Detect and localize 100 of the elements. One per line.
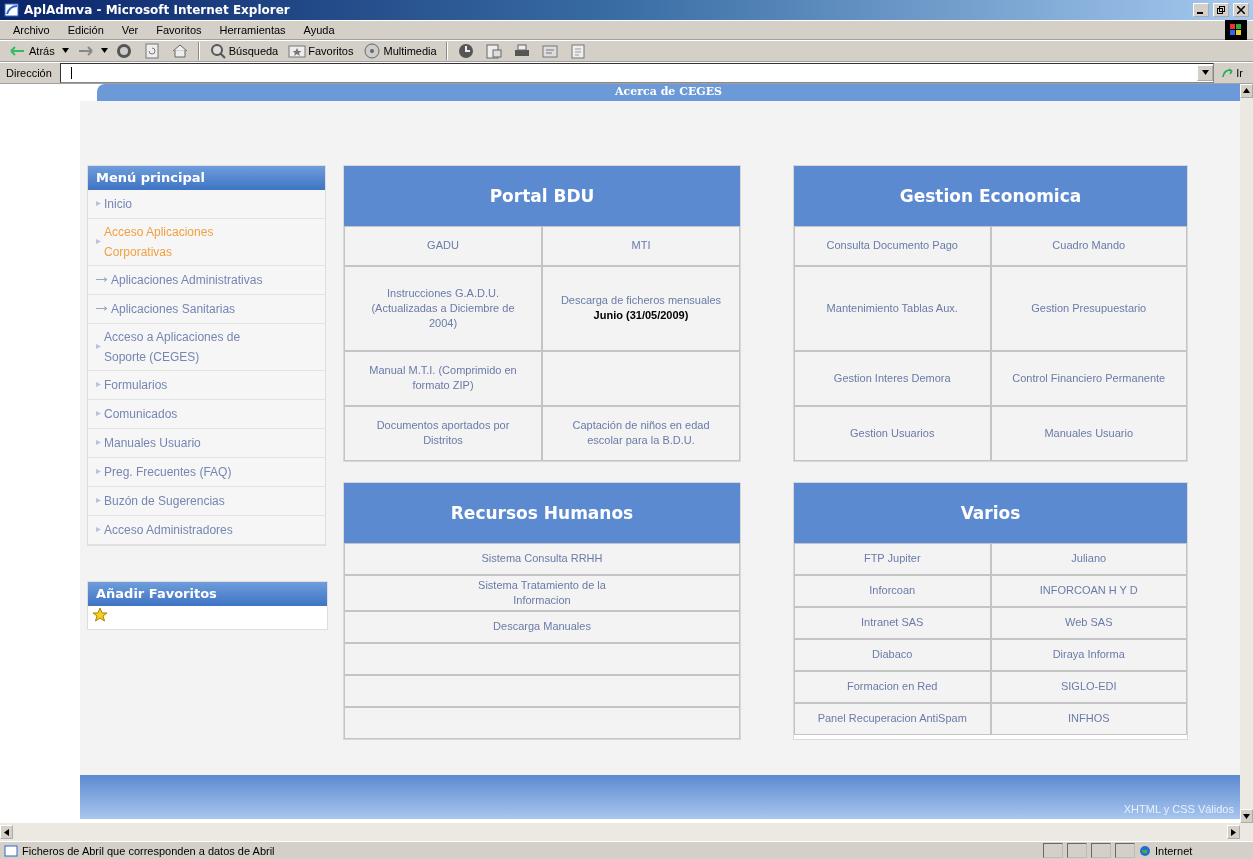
cell-link[interactable]: Control Financiero Permanente: [1008, 368, 1170, 388]
panel-title: Recursos Humanos: [344, 482, 740, 543]
cell-link[interactable]: Web SAS: [1061, 613, 1117, 633]
menu-link[interactable]: Aplicaciones Sanitarias: [88, 294, 325, 324]
refresh-icon: [142, 41, 161, 60]
menu-title: Menú principal: [88, 165, 325, 190]
cell-link[interactable]: Diabaco: [868, 645, 917, 665]
stop-icon: [114, 41, 133, 60]
search-icon: [208, 41, 227, 60]
cell-link[interactable]: Mantenimiento Tablas Aux.: [822, 298, 962, 318]
cell-link[interactable]: Cuadro Mando: [1048, 236, 1130, 256]
cell-link[interactable]: Instrucciones G.A.D.U. (Actualizadas a Diciembre de 2004): [356, 283, 530, 333]
menu-link[interactable]: Preg. Frecuentes (FAQ): [88, 457, 325, 487]
back-button[interactable]: Atrás: [6, 40, 58, 61]
cell-link[interactable]: Diraya Informa: [1048, 645, 1129, 665]
menu-item[interactable]: Edición: [60, 21, 111, 38]
menu-item[interactable]: Favoritos: [149, 21, 209, 38]
cell-link[interactable]: Gestion Usuarios: [846, 423, 939, 443]
bullet-icon: [96, 527, 101, 533]
cell-link[interactable]: INFHOS: [1063, 709, 1114, 729]
horizontal-scrollbar[interactable]: [0, 823, 1253, 841]
menu-item[interactable]: Herramientas: [212, 21, 293, 38]
arrow-icon: [96, 277, 108, 283]
address-field[interactable]: [59, 62, 1215, 83]
cell-link[interactable]: Formacion en Red: [843, 677, 942, 697]
cell-link[interactable]: Intranet SAS: [857, 613, 928, 633]
flag-icon: [1230, 23, 1242, 36]
cell-link[interactable]: Consulta Documento Pago: [822, 236, 962, 256]
menu-item[interactable]: Ayuda: [296, 21, 342, 38]
cell-link[interactable]: Sistema Consulta RRHH: [477, 549, 607, 569]
discuss-icon: [568, 41, 587, 60]
cell-link[interactable]: Documentos aportados por Distritos: [356, 416, 530, 451]
go-button[interactable]: Ir: [1218, 66, 1247, 79]
up-arrow-icon: [1243, 88, 1250, 94]
cell-link[interactable]: GADU: [423, 236, 463, 256]
favorites-title: Añadir Favoritos: [88, 581, 327, 606]
favorites-button[interactable]: Favoritos: [285, 40, 357, 61]
cell-link[interactable]: Descarga de ficheros mensuales Junio (31/05/2009): [554, 291, 728, 326]
bullet-icon: [96, 498, 101, 504]
menu-link[interactable]: Aplicaciones Administrativas: [88, 265, 325, 295]
menu-link[interactable]: Acceso a Aplicaciones de Soporte (CEGES): [88, 323, 325, 371]
restore-button[interactable]: [1213, 3, 1229, 17]
cell-link[interactable]: INFORCOAN H Y D: [1035, 581, 1142, 601]
menu-link[interactable]: Buzón de Sugerencias: [88, 486, 325, 516]
close-button[interactable]: [1233, 3, 1249, 17]
cell-link[interactable]: Juliano: [1067, 549, 1111, 569]
menu-link[interactable]: Comunicados: [88, 399, 325, 429]
cell-link[interactable]: Inforcoan: [865, 581, 920, 601]
window-title: AplAdmva - Microsoft Internet Explorer: [24, 3, 291, 17]
cell-link[interactable]: Manual M.T.I. (Comprimido en formato ZIP): [356, 361, 530, 396]
right-arrow-icon: [1231, 828, 1236, 836]
menu-link[interactable]: Formularios: [88, 370, 325, 400]
menu-item[interactable]: Archivo: [6, 21, 57, 38]
left-arrow-icon: [4, 828, 9, 836]
bullet-icon: [96, 411, 101, 417]
cell-link[interactable]: Gestion Interes Demora: [829, 368, 955, 388]
history-icon: [456, 41, 475, 60]
cell-link[interactable]: Panel Recuperacion AntiSpam: [813, 709, 971, 729]
menu-item[interactable]: Ver: [114, 21, 146, 38]
security-zone: Internet: [1139, 844, 1249, 857]
cell-link[interactable]: SIGLO-EDI: [1056, 677, 1121, 697]
down-arrow-icon: [1243, 813, 1250, 819]
status-pane: [1115, 843, 1135, 858]
mail-icon: [484, 41, 503, 60]
media-icon: [363, 41, 382, 60]
status-pane: [1091, 843, 1111, 858]
scroll-left-button[interactable]: [0, 825, 13, 839]
bullet-icon: [96, 469, 101, 475]
status-pane: [1043, 843, 1063, 858]
dropdown-arrow-icon: [100, 48, 108, 54]
cell-link[interactable]: MTI: [627, 236, 655, 256]
dropdown-button[interactable]: [1197, 64, 1214, 81]
close-icon: [1237, 6, 1245, 14]
bullet-icon: [96, 201, 101, 207]
arrow-icon: [96, 306, 108, 312]
cell-link[interactable]: FTP Jupiter: [859, 549, 925, 569]
star-icon[interactable]: [92, 606, 108, 623]
menu-link[interactable]: Acceso Aplicaciones Corporativas: [88, 218, 325, 266]
media-button[interactable]: Multimedia: [360, 40, 440, 61]
panel-title: Varios: [794, 482, 1187, 543]
dropdown-arrow-icon: [61, 48, 69, 54]
scroll-down-button[interactable]: [1240, 809, 1253, 824]
cell-link[interactable]: Sistema Tratamiento de la Informacion: [455, 575, 629, 610]
scroll-right-button[interactable]: [1227, 825, 1240, 839]
menu-link[interactable]: Manuales Usuario: [88, 428, 325, 458]
cell-link[interactable]: Descarga Manuales: [489, 617, 595, 637]
bullet-icon: [96, 239, 101, 245]
panel-title: Portal BDU: [344, 165, 740, 226]
menu-link[interactable]: Inicio: [88, 189, 325, 219]
cell-link[interactable]: Captación de niños en edad escolar para la B.D.U.: [554, 416, 728, 451]
globe-icon: [1139, 844, 1151, 857]
cell-link[interactable]: Gestion Presupuestario: [1027, 298, 1151, 318]
minimize-button[interactable]: [1193, 3, 1209, 17]
restore-icon: [1217, 6, 1225, 14]
search-button[interactable]: Búsqueda: [205, 40, 282, 61]
menu-link[interactable]: Acceso Administradores: [88, 515, 325, 545]
cell-link[interactable]: Manuales Usuario: [1040, 423, 1138, 443]
vertical-scrollbar[interactable]: [1240, 83, 1253, 824]
browser-icon: [4, 2, 20, 18]
address-label: Dirección: [6, 66, 53, 79]
